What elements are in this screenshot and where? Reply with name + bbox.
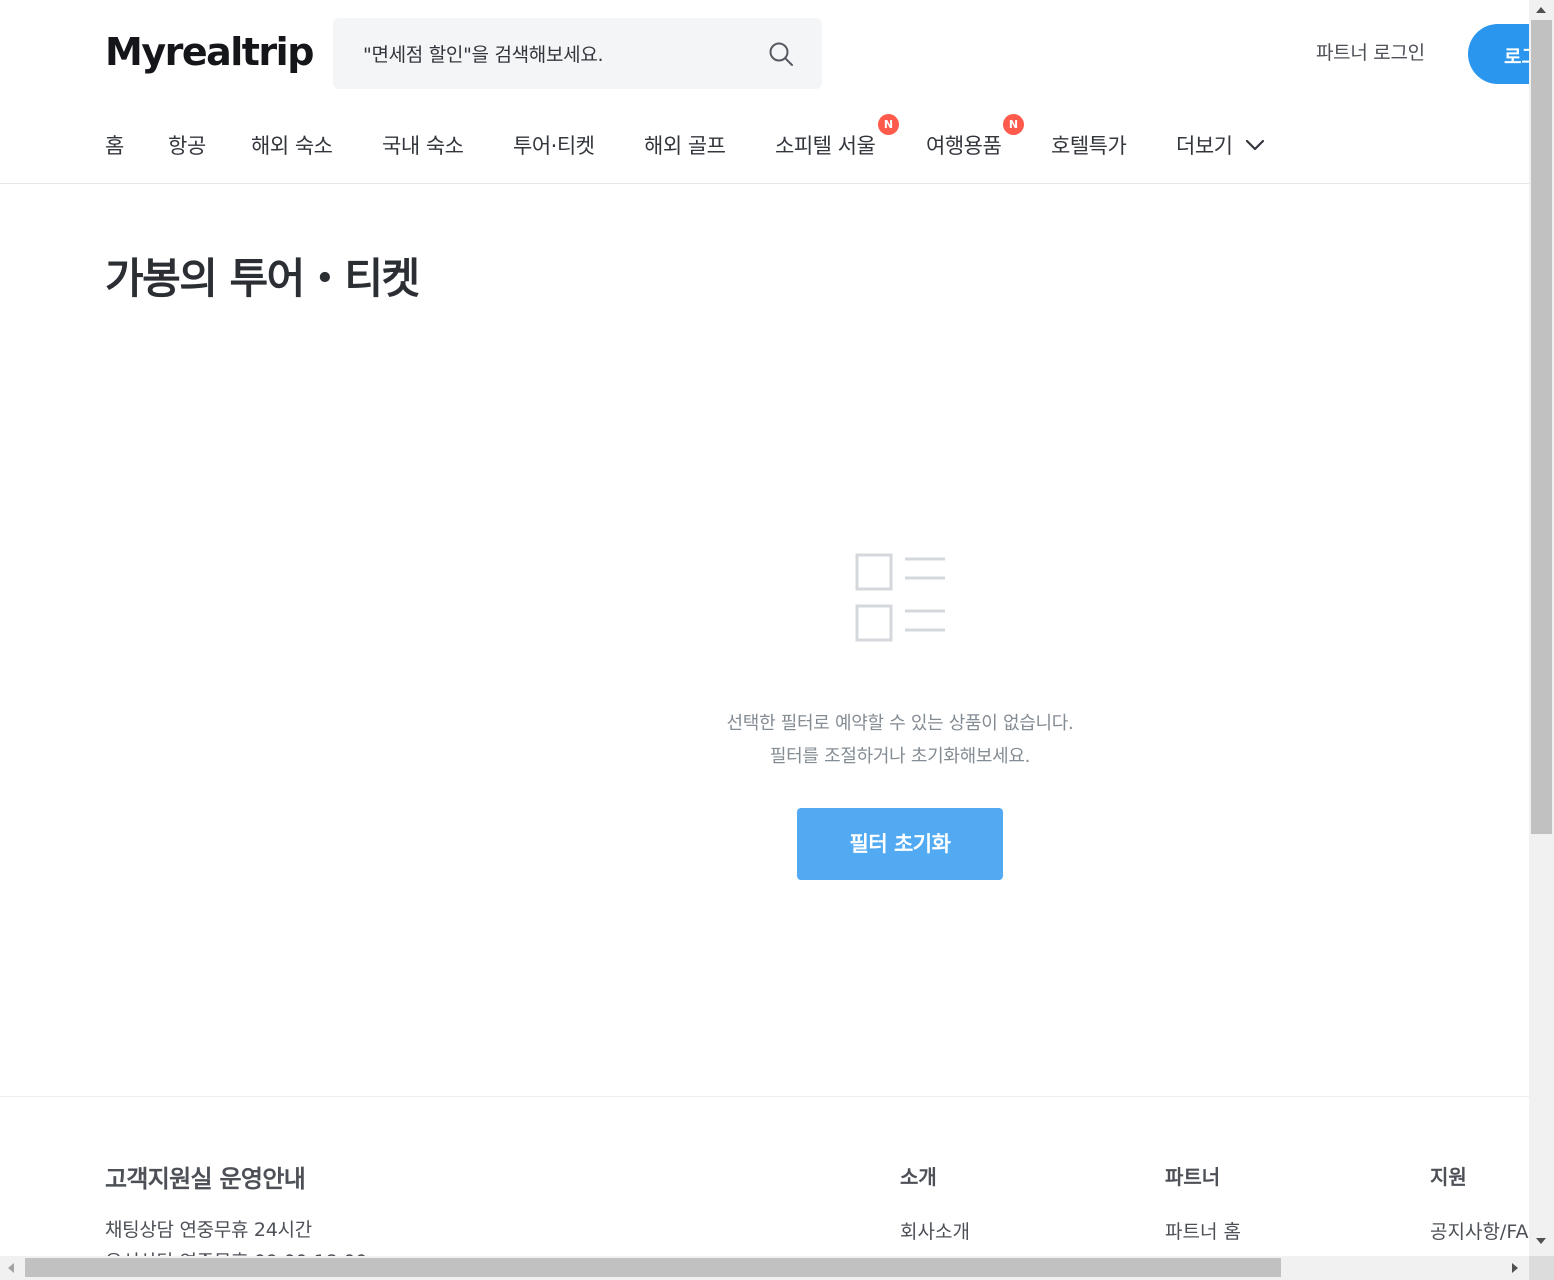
footer-heading-partner: 파트너 — [1165, 1165, 1221, 1189]
reset-filter-button[interactable]: 필터 초기화 — [797, 808, 1003, 880]
horizontal-scroll-thumb[interactable] — [25, 1258, 1281, 1277]
scroll-up-arrow-icon[interactable] — [1536, 7, 1546, 13]
support-chat-hours: 채팅상담 연중무휴 24시간 — [105, 1219, 312, 1241]
browser-viewport: Myrealtrip "면세점 할인"을 검색해보세요. 파트너 로그인 로그 … — [0, 0, 1529, 1256]
search-bar[interactable]: "면세점 할인"을 검색해보세요. — [333, 18, 822, 89]
support-title: 고객지원실 운영안내 — [105, 1165, 306, 1193]
nav-item-domestic-stay[interactable]: 국내 숙소 — [382, 130, 464, 160]
nav-item-overseas-stay[interactable]: 해외 숙소 — [251, 130, 333, 160]
main-nav: 홈 항공 해외 숙소 국내 숙소 투어·티켓 해외 골프 소피텔 서울 N 여행… — [0, 114, 1529, 184]
scroll-down-arrow-icon[interactable] — [1536, 1238, 1546, 1244]
new-badge: N — [1003, 114, 1024, 135]
footer-link-notice-faq[interactable]: 공지사항/FAQ — [1430, 1217, 1529, 1244]
myrealtrip-logo[interactable]: Myrealtrip — [105, 28, 314, 76]
support-phone-hours: 유선상담 연중무휴 09:00-18:00 — [105, 1247, 367, 1256]
scroll-left-arrow-icon[interactable] — [8, 1263, 14, 1273]
login-button[interactable]: 로그 — [1468, 24, 1529, 84]
footer-heading-about: 소개 — [900, 1165, 937, 1189]
footer-link-partner-home[interactable]: 파트너 홈 — [1165, 1217, 1241, 1244]
search-placeholder: "면세점 할인"을 검색해보세요. — [363, 44, 604, 66]
scrollbar-corner — [1529, 1256, 1554, 1280]
new-badge: N — [878, 114, 899, 135]
search-icon[interactable] — [768, 41, 794, 67]
nav-item-more[interactable]: 더보기 — [1176, 130, 1233, 160]
empty-message-line2: 필터를 조절하거나 초기화해보세요. — [769, 746, 1031, 767]
nav-item-travel-goods[interactable]: 여행용품 — [926, 130, 1002, 160]
nav-item-hotel-deals[interactable]: 호텔특가 — [1051, 130, 1127, 160]
nav-item-home[interactable]: 홈 — [105, 130, 124, 160]
footer-heading-support: 지원 — [1430, 1165, 1467, 1189]
nav-item-golf[interactable]: 해외 골프 — [644, 130, 726, 160]
page-title: 가봉의 투어・티켓 — [105, 254, 420, 303]
nav-item-sofitel-seoul[interactable]: 소피텔 서울 — [775, 130, 876, 160]
vertical-scrollbar[interactable] — [1529, 0, 1554, 1256]
nav-item-tour-ticket[interactable]: 투어·티켓 — [513, 130, 595, 160]
footer-link-company[interactable]: 회사소개 — [900, 1217, 970, 1244]
horizontal-scrollbar[interactable] — [0, 1256, 1529, 1280]
empty-message-line1: 선택한 필터로 예약할 수 있는 상품이 없습니다. — [726, 713, 1074, 734]
footer: 고객지원실 운영안내 채팅상담 연중무휴 24시간 유선상담 연중무휴 09:0… — [0, 1096, 1529, 1256]
scroll-right-arrow-icon[interactable] — [1512, 1263, 1518, 1273]
partner-login-link[interactable]: 파트너 로그인 — [1316, 38, 1425, 65]
chevron-down-icon[interactable] — [1245, 138, 1265, 152]
vertical-scroll-thumb[interactable] — [1531, 20, 1552, 834]
nav-item-flights[interactable]: 항공 — [168, 130, 206, 160]
empty-list-icon — [855, 553, 945, 642]
